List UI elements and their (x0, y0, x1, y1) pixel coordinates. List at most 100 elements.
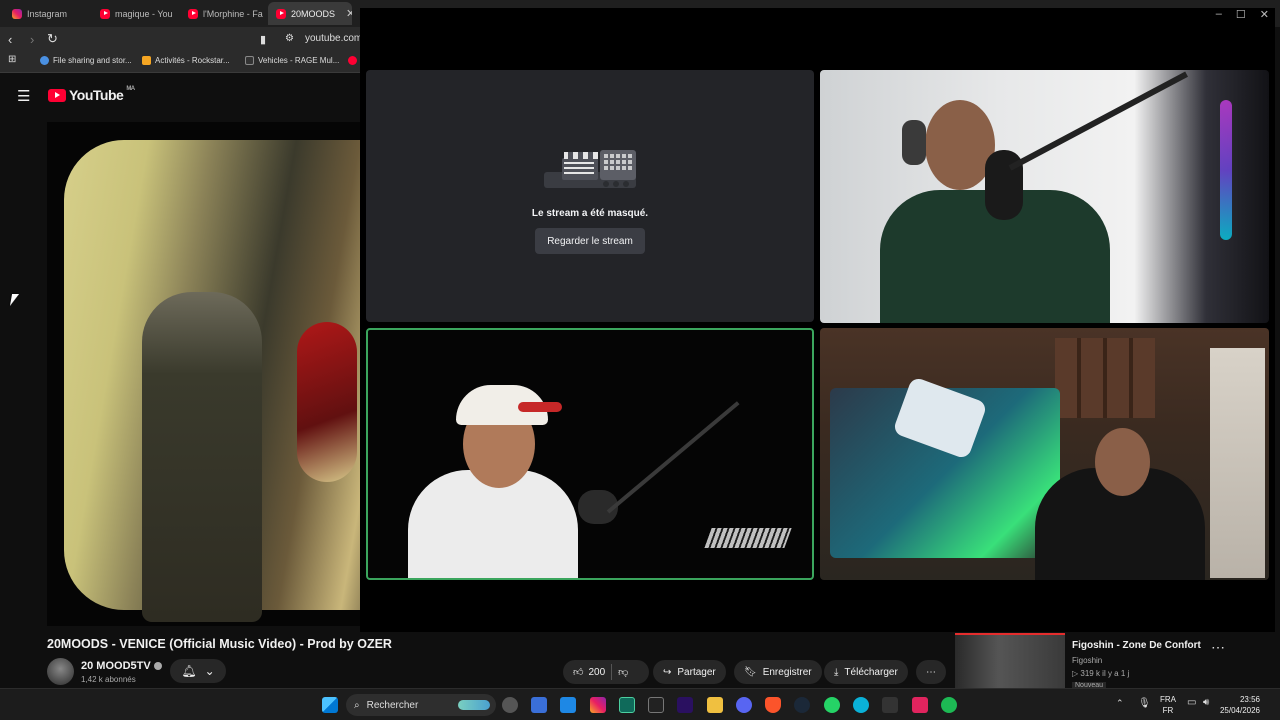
forward-icon[interactable]: › (30, 32, 34, 47)
audition-icon[interactable] (677, 697, 693, 713)
bookmark-item[interactable]: Activités - Rockstar... (142, 56, 230, 65)
brave-icon[interactable] (765, 697, 781, 713)
bookmarks-bar: ⊞ File sharing and stor... Activités - R… (0, 53, 360, 73)
divider (611, 664, 613, 680)
file-explorer-icon[interactable] (707, 697, 723, 713)
keyboard (704, 528, 792, 548)
youtube-icon (348, 56, 357, 65)
recommended-title[interactable]: Figoshin - Zone De Confort (1072, 640, 1201, 651)
share-button[interactable]: ↪ Partager (653, 660, 726, 684)
whatsapp-icon[interactable] (824, 697, 840, 713)
maximize-icon[interactable]: ☐ (1236, 8, 1246, 21)
windows-start-icon[interactable] (322, 697, 338, 713)
discord-icon[interactable] (736, 697, 752, 713)
channel-avatar[interactable] (47, 658, 74, 685)
clock[interactable]: 23:56 25/04/2026 (1220, 694, 1260, 716)
participant-head (1095, 428, 1150, 496)
instagram-icon[interactable] (590, 697, 606, 713)
instagram-icon (12, 8, 22, 19)
cloud-icon (40, 56, 49, 65)
site-info-icon[interactable]: ⚙ (285, 33, 294, 44)
epic-games-icon[interactable] (648, 697, 664, 713)
subscriber-count: 1,42 k abonnés (81, 675, 136, 684)
video-detail (297, 322, 357, 482)
search-icon: ⌕ (354, 699, 360, 711)
edge-icon[interactable] (853, 697, 869, 713)
headphones (902, 120, 926, 165)
youtube-logo[interactable]: YouTube MA (48, 86, 135, 103)
more-icon[interactable]: ⋯ (1211, 639, 1226, 656)
bookmark-icon: 🔖︎ (744, 666, 757, 678)
bookmark-item[interactable]: File sharing and stor... (40, 56, 132, 65)
mic-arm (606, 401, 740, 514)
tab-magique[interactable]: magique - You (92, 2, 180, 25)
like-dislike-group: 👍︎ 200 👎︎ (563, 660, 649, 684)
network-icon[interactable]: ▭ (1187, 697, 1196, 708)
thumbs-up-icon: 👍︎ (573, 667, 584, 678)
browser-toolbar: ‹ › ↻ ▮ ⚙ youtube.com (0, 27, 362, 53)
tab-morphine[interactable]: l'Morphine - Fa (180, 2, 266, 25)
copilot-icon[interactable] (502, 697, 518, 713)
bookmark-icon[interactable]: ▮ (260, 33, 266, 46)
bookmark-item[interactable]: Vehicles - RAGE Mul... (245, 56, 339, 65)
recommended-meta: ▷ 319 k il y a 1 j (1072, 669, 1130, 678)
video-figure (142, 292, 262, 622)
more-actions-button[interactable]: ⋯ (916, 660, 946, 684)
store-icon[interactable] (531, 697, 547, 713)
app-icon[interactable] (912, 697, 928, 713)
download-button[interactable]: ⤓ Télécharger (824, 660, 908, 684)
address-bar[interactable]: youtube.com (305, 33, 362, 44)
tab-label: l'Morphine - Fa (203, 8, 263, 19)
taskbar-search[interactable]: ⌕ Rechercher (346, 694, 496, 716)
channel-name[interactable]: 20 MOOD5TV (81, 660, 162, 672)
vscode-icon[interactable] (619, 697, 635, 713)
reload-icon[interactable]: ↻ (47, 31, 58, 47)
video-title: 20MOODS - VENICE (Official Music Video) … (47, 637, 392, 651)
active-speaker-video-tile[interactable] (366, 328, 814, 580)
search-highlight-icon (458, 700, 490, 710)
verified-icon (153, 662, 162, 671)
save-button[interactable]: 🔖︎ Enregistrer (734, 660, 822, 684)
participant-video-tile[interactable] (820, 328, 1269, 580)
clapperboard-icon (544, 150, 636, 188)
call-window: – ☐ ✕ Le stream a été masqué. Regarder l… (360, 8, 1275, 632)
youtube-icon (48, 88, 66, 102)
download-icon: ⤓ (834, 666, 839, 678)
rockstar-icon (142, 56, 151, 65)
steam-icon[interactable] (794, 697, 810, 713)
hidden-stream-tile[interactable]: Le stream a été masqué. Regarder le stre… (366, 70, 814, 322)
youtube-icon (100, 8, 110, 19)
share-icon: ↪ (663, 666, 672, 678)
tab-label: magique - You (115, 8, 173, 19)
stream-hidden-message: Le stream a été masqué. (531, 208, 649, 219)
back-icon[interactable]: ‹ (8, 32, 12, 47)
recommended-thumbnail[interactable] (955, 633, 1065, 688)
menu-icon[interactable]: ☰ (17, 87, 30, 105)
window-controls: – ☐ ✕ (1216, 8, 1269, 21)
tab-label: 20MOODS (291, 8, 336, 19)
outlook-icon[interactable] (560, 697, 576, 713)
rockstar-icon[interactable] (882, 697, 898, 713)
microphone-icon[interactable]: 🎙︎ (1138, 698, 1151, 709)
tab-instagram[interactable]: Instagram (4, 2, 92, 25)
chevron-up-icon[interactable]: ⌃ (1116, 698, 1124, 709)
watch-stream-button[interactable]: Regarder le stream (535, 228, 645, 254)
rage-icon (245, 56, 254, 65)
bell-icon: 🔔︎ (181, 664, 197, 678)
like-button[interactable]: 👍︎ 200 (573, 666, 605, 679)
tab-20moods[interactable]: 20MOODS ✕ (268, 2, 352, 25)
close-icon[interactable]: ✕ (1260, 8, 1269, 21)
apps-grid-icon[interactable]: ⊞ (8, 54, 16, 65)
wall-shelf (1055, 338, 1155, 418)
spotify-icon[interactable] (941, 697, 957, 713)
close-icon[interactable]: ✕ (346, 7, 352, 20)
notification-bell-button[interactable]: 🔔︎ ⌄ (170, 659, 226, 683)
cap-brim (518, 402, 562, 412)
dislike-button[interactable]: 👎︎ (618, 666, 628, 678)
minimize-icon[interactable]: – (1216, 8, 1222, 21)
language-indicator[interactable]: FRA FR (1160, 694, 1176, 716)
video-player[interactable] (47, 122, 360, 626)
bookmark-more[interactable] (348, 56, 357, 65)
volume-icon[interactable]: 🔊︎ (1203, 697, 1209, 708)
participant-video-tile[interactable] (820, 70, 1269, 323)
